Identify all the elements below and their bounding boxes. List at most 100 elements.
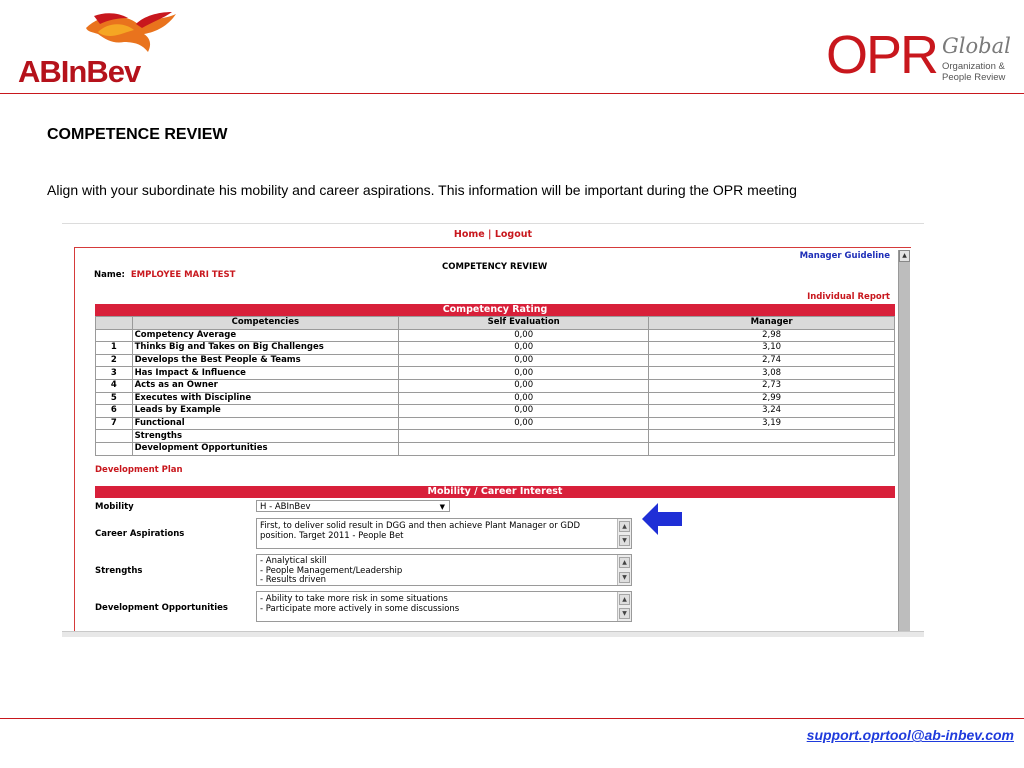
competency-name: Competency Average (131, 328, 400, 343)
opr-logo-subtitle-line2: People Review (942, 72, 1006, 83)
table-header-row: Competencies Self Evaluation Manager (95, 316, 895, 330)
row-number: 1 (95, 341, 133, 355)
textarea-scrollbar[interactable]: ▲ ▼ (617, 519, 631, 548)
row-number (95, 429, 133, 443)
self-evaluation: 0,00 (398, 353, 650, 368)
scroll-up-icon[interactable]: ▲ (619, 521, 630, 532)
textarea-scrollbar[interactable]: ▲ ▼ (617, 555, 631, 585)
career-aspirations-textarea[interactable]: First, to deliver solid result in DGG an… (256, 518, 632, 549)
table-row: 4 Acts as an Owner 0,00 2,73 (95, 378, 895, 393)
form-title: COMPETENCY REVIEW (442, 262, 548, 272)
self-evaluation: 0,00 (398, 416, 650, 431)
top-nav: Home | Logout (62, 229, 924, 240)
mobility-select[interactable]: H - ABInBev ▼ (256, 500, 450, 512)
slide-title: COMPETENCE REVIEW (47, 126, 228, 143)
opr-global-logo: OPR Global Organization & People Review (826, 25, 1022, 90)
self-evaluation: 0,00 (398, 341, 650, 355)
column-header (95, 316, 133, 330)
table-row: 5 Executes with Discipline 0,00 2,99 (95, 391, 895, 406)
support-email-link[interactable]: support.oprtool@ab-inbev.com (807, 727, 1014, 743)
manager-score: 2,99 (648, 391, 895, 406)
competency-name: Development Opportunities (131, 441, 400, 456)
strengths-label: Strengths (95, 566, 143, 576)
opr-logo-text: OPR (826, 25, 939, 85)
column-header: Competencies (131, 316, 400, 330)
row-number: 6 (95, 404, 133, 418)
development-opportunities-textarea[interactable]: - Ability to take more risk in some situ… (256, 591, 632, 622)
abinbev-logo-inbev: InBev (60, 54, 141, 89)
mobility-label: Mobility (95, 502, 134, 512)
scroll-up-icon[interactable]: ▲ (619, 594, 630, 605)
competency-name: Develops the Best People & Teams (131, 353, 400, 368)
competency-name: Thinks Big and Takes on Big Challenges (131, 341, 400, 355)
name-value: EMPLOYEE MARI TEST (130, 270, 236, 280)
manager-score: 3,24 (648, 404, 895, 418)
home-link[interactable]: Home (454, 229, 485, 240)
manager-score (648, 429, 895, 443)
nav-separator: | (484, 229, 495, 240)
scroll-down-icon[interactable]: ▼ (619, 535, 630, 546)
table-row: 1 Thinks Big and Takes on Big Challenges 0… (95, 341, 895, 355)
scroll-down-icon[interactable]: ▼ (619, 608, 630, 619)
row-number (95, 328, 133, 343)
manager-score (648, 441, 895, 456)
scroll-up-icon[interactable]: ▲ (619, 557, 630, 568)
career-aspirations-label: Career Aspirations (95, 529, 185, 539)
opr-logo-subtitle-line1: Organization & (942, 61, 1005, 72)
slide-subtitle: Align with your subordinate his mobility… (47, 182, 797, 198)
self-evaluation: 0,00 (398, 378, 650, 393)
table-row: Development Opportunities (95, 441, 895, 456)
self-evaluation (398, 429, 650, 443)
competency-name: Has Impact & Influence (131, 366, 400, 380)
slide-header: ABInBev OPR Global Organization & People… (0, 0, 1024, 94)
self-evaluation: 0,00 (398, 391, 650, 406)
row-number: 2 (95, 353, 133, 368)
scroll-down-icon[interactable]: ▼ (619, 572, 630, 583)
competency-table: Competencies Self Evaluation Manager Com… (95, 316, 895, 456)
table-row: 7 Functional 0,00 3,19 (95, 416, 895, 431)
app-screenshot: Home | Logout ▲ COMPETENCY REVIEW Manage… (62, 223, 924, 637)
row-number: 7 (95, 416, 133, 431)
manager-guideline-link[interactable]: Manager Guideline (800, 251, 890, 261)
abinbev-logo: ABInBev (16, 10, 176, 90)
scroll-up-icon[interactable]: ▲ (899, 250, 910, 262)
competency-name: Strengths (131, 429, 400, 443)
textarea-line: First, to deliver solid result in DGG an… (260, 521, 581, 531)
textarea-line: - Participate more actively in some disc… (260, 604, 460, 614)
row-number: 4 (95, 378, 133, 393)
mobility-career-header: Mobility / Career Interest (95, 486, 895, 498)
strengths-textarea[interactable]: - Analytical skill - People Management/L… (256, 554, 632, 586)
competency-name: Leads by Example (131, 404, 400, 418)
textarea-scrollbar[interactable]: ▲ ▼ (617, 592, 631, 621)
logout-link[interactable]: Logout (495, 229, 532, 240)
column-header: Manager (648, 316, 895, 330)
mobility-select-value: H - ABInBev (260, 502, 311, 512)
eagle-icon (86, 12, 176, 52)
competency-name: Acts as an Owner (131, 378, 400, 393)
manager-score: 2,74 (648, 353, 895, 368)
development-opportunities-label: Development Opportunities (95, 603, 228, 613)
app-horizontal-scrollbar[interactable] (62, 631, 924, 637)
table-row: Strengths (95, 429, 895, 443)
development-plan-link[interactable]: Development Plan (95, 465, 183, 475)
footer-divider (0, 718, 1024, 719)
header-divider (0, 93, 1024, 94)
manager-score: 3,19 (648, 416, 895, 431)
textarea-line: position. Target 2011 - People Bet (260, 531, 404, 541)
opr-logo-global: Global (942, 34, 1011, 58)
arrow-left-icon (642, 503, 682, 535)
competency-name: Functional (131, 416, 400, 431)
individual-report-link[interactable]: Individual Report (807, 292, 890, 302)
competency-rating-header: Competency Rating (95, 304, 895, 316)
manager-score: 3,10 (648, 341, 895, 355)
table-row: 3 Has Impact & Influence 0,00 3,08 (95, 366, 895, 380)
manager-score: 2,73 (648, 378, 895, 393)
textarea-line: - Ability to take more risk in some situ… (260, 594, 448, 604)
self-evaluation: 0,00 (398, 366, 650, 380)
chevron-down-icon[interactable]: ▼ (440, 501, 445, 513)
abinbev-logo-ab: AB (18, 54, 62, 89)
row-number: 3 (95, 366, 133, 380)
self-evaluation: 0,00 (398, 328, 650, 343)
self-evaluation (398, 441, 650, 456)
page-scrollbar[interactable]: ▲ (898, 250, 910, 631)
